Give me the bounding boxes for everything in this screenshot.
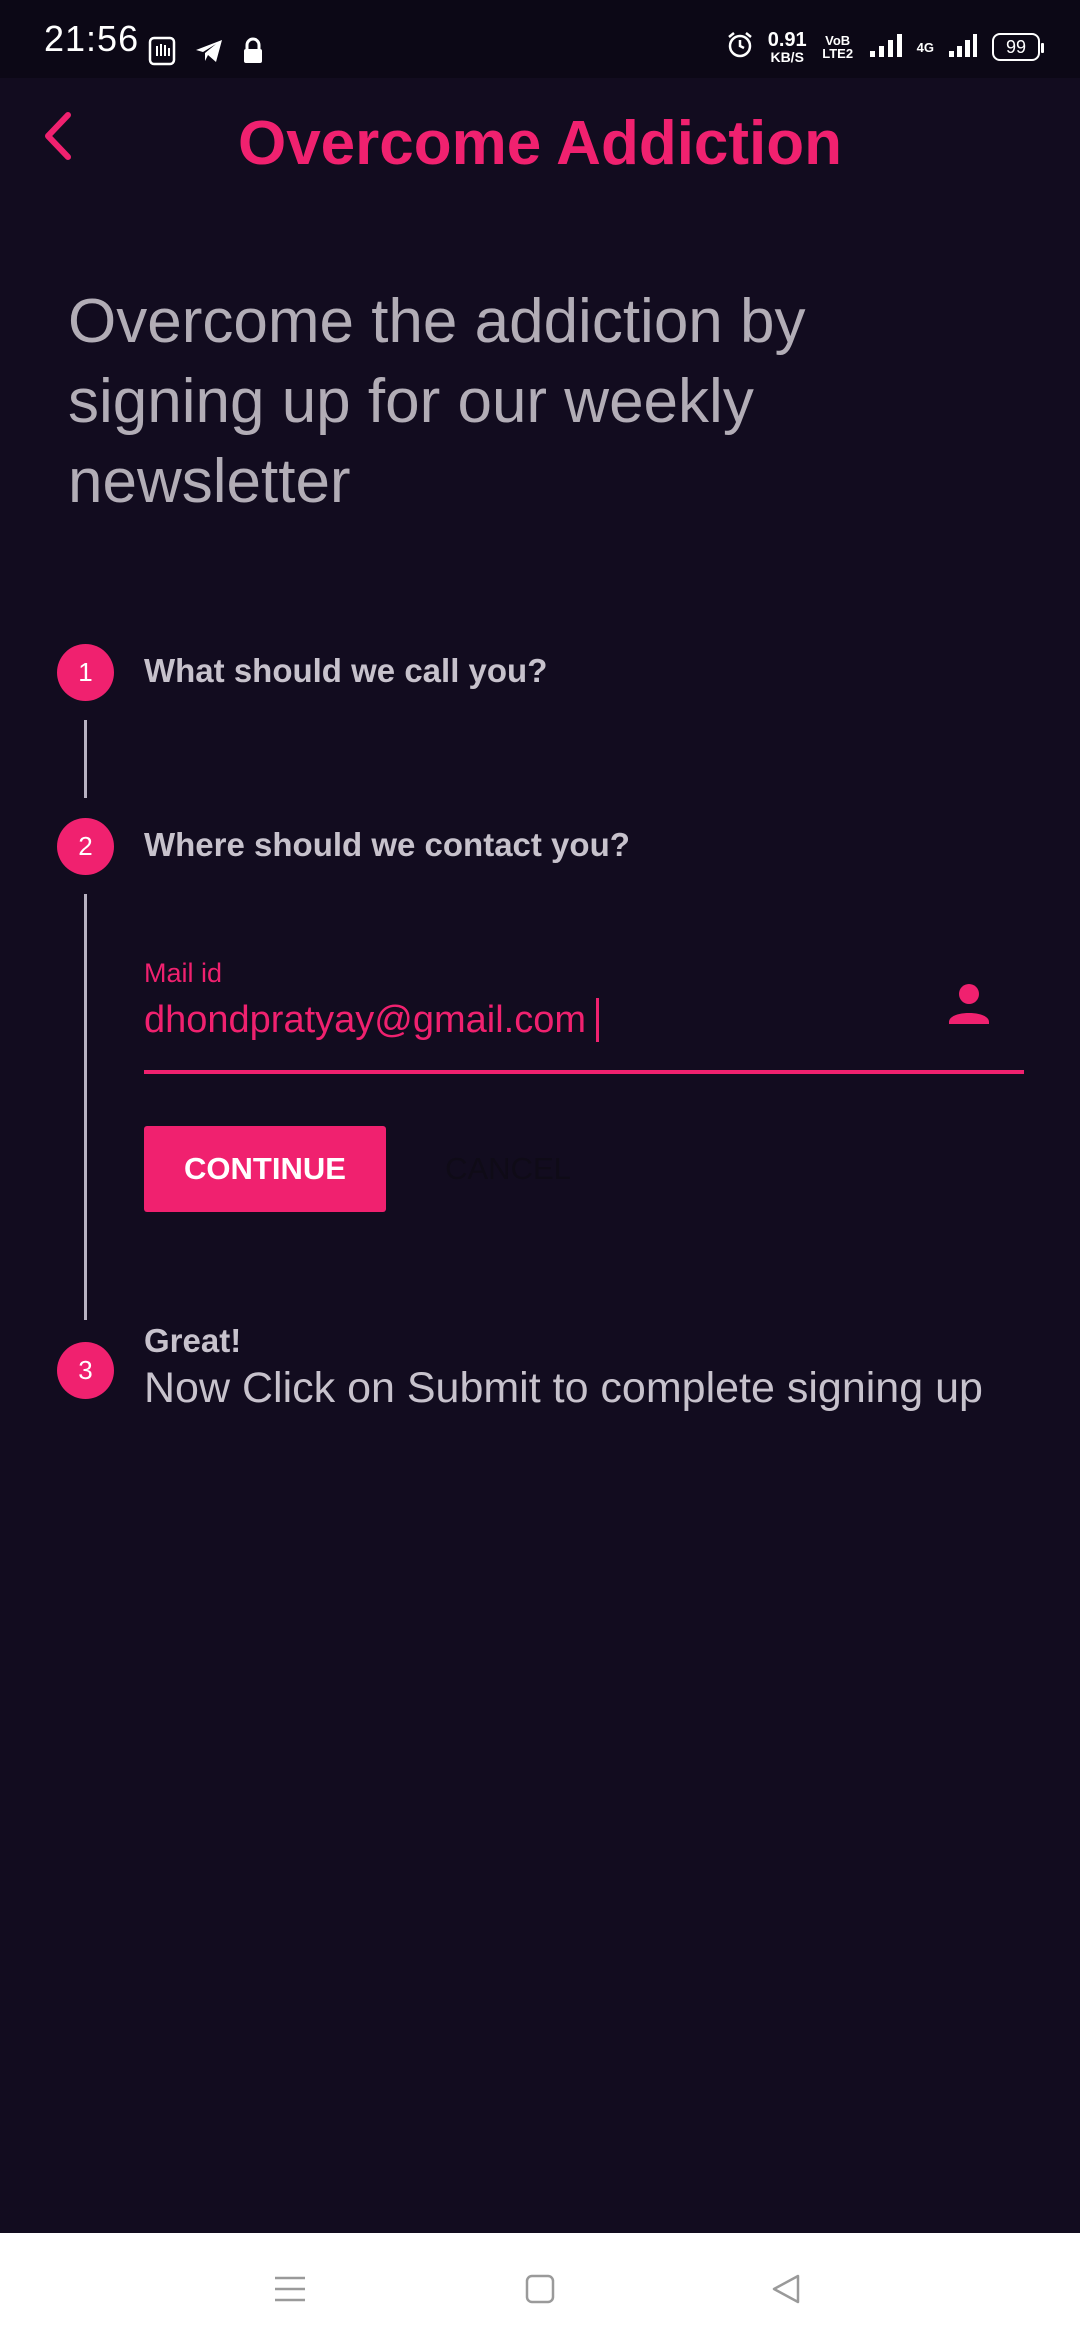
menu-icon — [275, 2276, 305, 2302]
menu-button[interactable] — [262, 2261, 318, 2317]
net-type: 4G — [916, 39, 934, 55]
status-left-icons — [148, 36, 264, 71]
hand-icon — [148, 36, 176, 71]
page-title: Overcome Addiction — [237, 109, 843, 178]
step-3-title[interactable]: Great! — [144, 1322, 241, 1360]
email-field-label: Mail id — [144, 958, 223, 988]
alarm-icon — [726, 31, 754, 64]
email-field-underline — [144, 1070, 1024, 1074]
lock-icon — [242, 37, 264, 70]
volte-label: VoB LTE2 — [822, 33, 854, 61]
email-input-text[interactable]: dhondpratyay@gmail.com — [144, 999, 586, 1042]
signal-icon — [869, 32, 903, 63]
back-button[interactable] — [28, 106, 88, 166]
step-3-subtitle: Now Click on Submit to complete signing … — [144, 1364, 983, 1412]
step-2-title[interactable]: Where should we contact you? — [144, 826, 630, 864]
step-connector — [84, 894, 87, 1320]
step-2-circle[interactable]: 2 — [57, 818, 114, 875]
net-speed-value: 0.91 — [767, 29, 807, 51]
signal-icon — [948, 32, 978, 63]
text-caret — [596, 998, 600, 1042]
system-nav-bar — [0, 2233, 1080, 2340]
net-speed: 0.91 KB/S — [768, 30, 807, 64]
step-3-circle[interactable]: 3 — [57, 1342, 114, 1399]
step-1-title[interactable]: What should we call you? — [144, 652, 547, 690]
step-1-circle[interactable]: 1 — [57, 644, 114, 701]
battery-icon: 99 — [992, 33, 1044, 61]
email-field-value[interactable]: dhondpratyay@gmail.com — [144, 998, 600, 1042]
chevron-left-icon — [45, 112, 71, 160]
person-icon — [949, 984, 989, 1024]
app-bar: Overcome Addiction — [0, 78, 1080, 218]
email-field[interactable]: Mail id dhondpratyay@gmail.com — [144, 948, 1024, 1076]
status-right: 0.91 KB/S VoB LTE2 4G 99 — [726, 30, 1044, 64]
step-connector — [84, 720, 87, 798]
home-button[interactable] — [512, 2261, 568, 2317]
net-speed-unit: KB/S — [770, 49, 804, 65]
home-square-icon — [525, 2274, 555, 2304]
status-bar: 21:56 0.91 KB/S VoB LTE2 4G 99 — [0, 0, 1080, 78]
cancel-button[interactable]: CANCEL — [418, 1126, 598, 1212]
continue-button[interactable]: CONTINUE — [144, 1126, 386, 1212]
headline: Overcome the addiction by signing up for… — [68, 287, 806, 516]
back-nav-button[interactable] — [758, 2261, 814, 2317]
status-time: 21:56 — [44, 18, 140, 59]
back-triangle-icon — [772, 2274, 800, 2304]
telegram-icon — [194, 38, 224, 69]
